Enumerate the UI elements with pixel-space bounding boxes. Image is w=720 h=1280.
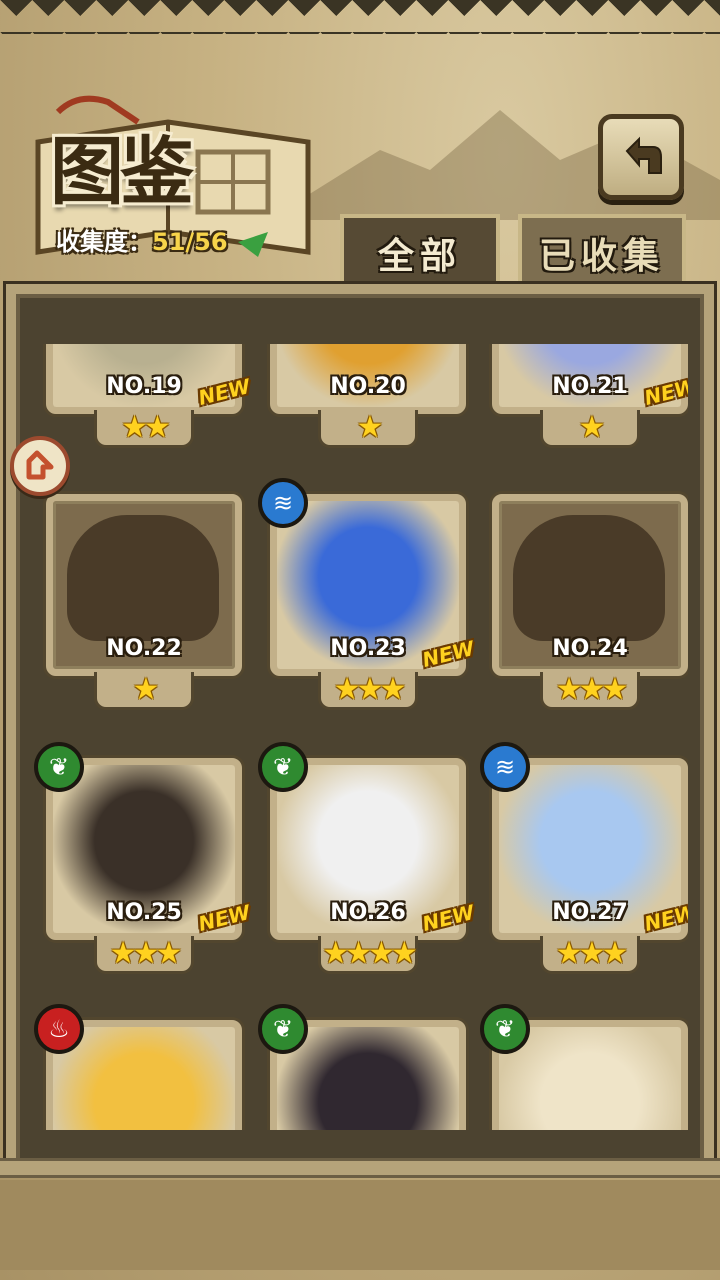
- fire-element-icon: ♨: [34, 1004, 84, 1054]
- rarity-plate: ★: [540, 410, 640, 448]
- collection-card[interactable]: NO.25 ★★★ NEW ❦: [34, 742, 252, 974]
- bottom-frame-bar: [0, 1158, 720, 1178]
- rarity-stars: ★: [356, 409, 384, 445]
- collection-card[interactable]: NO.21 ★ NEW: [492, 344, 688, 448]
- rarity-plate: ★★★: [318, 672, 418, 710]
- collection-card[interactable]: NO.20 ★: [270, 344, 466, 448]
- rarity-stars: ★★★: [333, 671, 407, 707]
- scroll-side-button[interactable]: [10, 436, 70, 496]
- collection-progress: 收集度：51/56: [56, 222, 228, 257]
- collection-card[interactable]: NO.26 ★★★★ NEW ❦: [258, 742, 476, 974]
- rarity-stars: ★★★: [109, 935, 183, 971]
- encyclopedia-screen: 图鉴 收集度：51/56 全部 已收集 NO.19 ★★ NEW NO.20 ★ NO.2…: [0, 0, 720, 1280]
- collection-card[interactable]: NO.24 ★★★: [492, 494, 688, 710]
- rarity-stars: ★★★★: [322, 935, 418, 971]
- rarity-plate: ★★★★: [318, 936, 418, 974]
- character-silhouette: [513, 515, 665, 641]
- leaf-element-icon: ❦: [258, 1004, 308, 1054]
- tab-collected[interactable]: 已收集: [518, 214, 686, 292]
- rarity-stars: ★: [132, 671, 160, 707]
- rarity-plate: ★: [94, 672, 194, 710]
- card-number: NO.22: [106, 636, 182, 661]
- collection-card[interactable]: ♨: [34, 1004, 242, 1130]
- tab-all[interactable]: 全部: [340, 214, 500, 292]
- leaf-element-icon: ❦: [34, 742, 84, 792]
- rarity-plate: ★★★: [540, 936, 640, 974]
- character-portrait: [277, 1027, 459, 1130]
- collection-card[interactable]: ❦: [480, 1004, 688, 1130]
- collection-card[interactable]: NO.19 ★★ NEW: [46, 344, 252, 448]
- rarity-stars: ★★★: [555, 935, 629, 971]
- page-title: 图鉴: [50, 129, 194, 215]
- card-number: NO.20: [330, 374, 406, 399]
- card-grid-viewport[interactable]: NO.19 ★★ NEW NO.20 ★ NO.21 ★ NEW NO.22 ★ NO.23 ★★★ N…: [32, 344, 688, 1130]
- collection-card[interactable]: NO.23 ★★★ NEW ≋: [258, 478, 476, 710]
- rarity-plate: ★★★: [94, 936, 194, 974]
- water-element-icon: ≋: [258, 478, 308, 528]
- rarity-stars: ★: [578, 409, 606, 445]
- leaf-element-icon: ❦: [258, 742, 308, 792]
- collection-value: 51/56: [152, 228, 228, 256]
- collection-card[interactable]: NO.27 ★★★ NEW ≋: [480, 742, 688, 974]
- water-element-icon: ≋: [480, 742, 530, 792]
- collection-label: 收集度：: [56, 228, 152, 256]
- rarity-plate: ★: [318, 410, 418, 448]
- rarity-stars: ★★★: [555, 671, 629, 707]
- collection-card[interactable]: ❦: [258, 1004, 466, 1130]
- collection-card[interactable]: NO.22 ★: [46, 494, 242, 710]
- leaf-element-icon: ❦: [480, 1004, 530, 1054]
- back-button[interactable]: [598, 114, 684, 200]
- rarity-stars: ★★: [121, 409, 171, 445]
- character-portrait: [499, 1027, 681, 1130]
- rarity-plate: ★★: [94, 410, 194, 448]
- rarity-plate: ★★★: [540, 672, 640, 710]
- top-zigzag-border: [0, 0, 720, 34]
- character-silhouette: [67, 515, 219, 641]
- bottom-ground: [0, 1180, 720, 1270]
- scroll-indicator-icon: [26, 450, 54, 480]
- return-arrow-icon: [625, 136, 662, 174]
- card-number: NO.24: [552, 636, 628, 661]
- character-portrait: [53, 1027, 235, 1130]
